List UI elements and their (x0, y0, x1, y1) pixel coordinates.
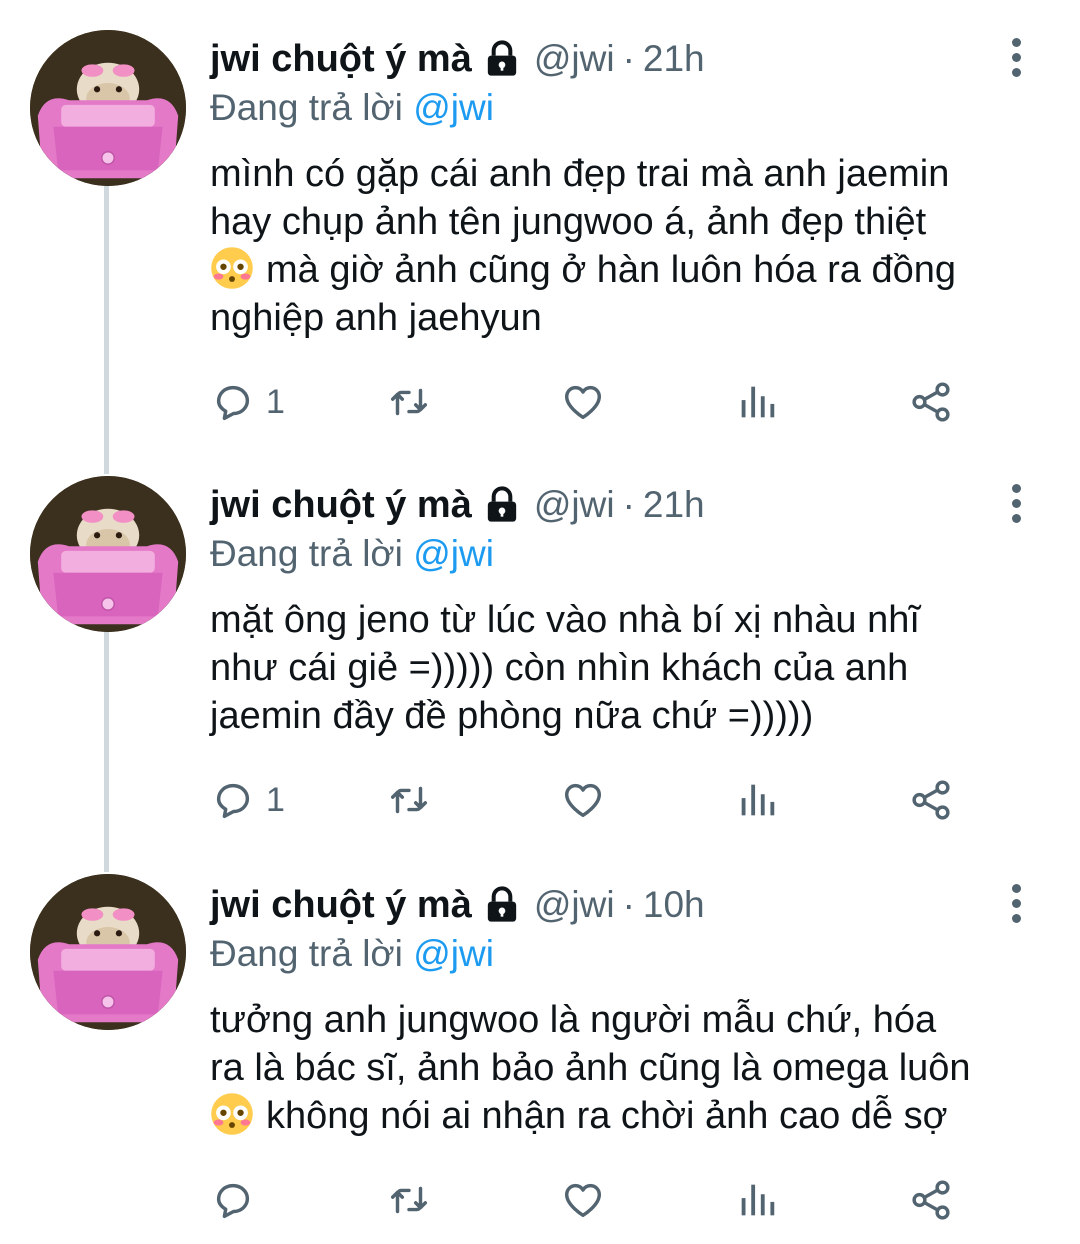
replying-to: Đang trả lời @jwi (210, 530, 494, 578)
tweet-text: tưởng anh jungwoo là người mẫu chứ, hóa … (210, 996, 1050, 1140)
separator-dot: · (622, 484, 635, 525)
avatar-image (30, 874, 186, 1030)
timestamp[interactable]: 21h (643, 480, 705, 530)
lock-icon (487, 40, 516, 76)
more-vertical-icon[interactable] (1000, 32, 1032, 82)
author-handle[interactable]: @jwi (534, 34, 615, 84)
heart-icon (564, 783, 602, 818)
replying-to-mention[interactable]: @jwi (413, 87, 494, 128)
share-icon (912, 382, 950, 422)
reply-button[interactable]: 1 (210, 374, 285, 430)
separator-dot: · (622, 884, 635, 925)
separator-dot: · (622, 38, 635, 79)
tweet-line-text: mà giờ ảnh cũng ở hàn luôn hóa ra đồng (266, 249, 956, 291)
tweet-line: mình có gặp cái anh đẹp trai mà anh jaem… (210, 153, 950, 195)
reply-button[interactable] (210, 1172, 266, 1228)
thread-line (104, 186, 109, 474)
tweet-actions (210, 1172, 970, 1228)
views-chart-icon (741, 1184, 775, 1216)
tweet-line: jaemin đầy đề phòng nữa chứ =))))) (210, 695, 814, 737)
avatar-image (30, 476, 186, 632)
replying-to-mention[interactable]: @jwi (413, 933, 494, 974)
share-icon (912, 780, 950, 820)
more-vertical-icon[interactable] (1000, 878, 1032, 928)
flushed-face-icon (211, 1093, 253, 1135)
author-handle[interactable]: @jwi (534, 480, 615, 530)
heart-icon (564, 1183, 602, 1218)
tweet-line: mà giờ ảnh cũng ở hàn luôn hóa ra đồng (210, 246, 1050, 294)
retweet-icon (390, 388, 428, 416)
author-name[interactable]: jwi chuột ý mà (210, 34, 472, 84)
replying-prefix: Đang trả lời (210, 533, 403, 574)
share-button[interactable] (908, 374, 954, 430)
views-chart-icon (741, 386, 775, 418)
replying-prefix: Đang trả lời (210, 933, 403, 974)
tweet-line: hay chụp ảnh tên jungwoo á, ảnh đẹp thiệ… (210, 201, 927, 243)
timestamp[interactable]: 10h (643, 880, 705, 930)
tweet-line: như cái giẻ =))))) còn nhìn khách của an… (210, 647, 909, 689)
avatar-image (30, 30, 186, 186)
replying-to: Đang trả lời @jwi (210, 930, 494, 978)
tweet-actions: 1 (210, 772, 970, 828)
tweet-line: không nói ai nhận ra chời ảnh cao dễ sợ (210, 1092, 1050, 1140)
tweet-line-text: không nói ai nhận ra chời ảnh cao dễ sợ (266, 1095, 948, 1137)
replying-prefix: Đang trả lời (210, 87, 403, 128)
tweet-text: mình có gặp cái anh đẹp trai mà anh jaem… (210, 150, 1050, 342)
replying-to-mention[interactable]: @jwi (413, 533, 494, 574)
avatar[interactable] (30, 874, 186, 1030)
like-button[interactable] (560, 1172, 606, 1228)
views-button[interactable] (734, 374, 780, 430)
like-button[interactable] (560, 772, 606, 828)
reply-count: 1 (266, 382, 285, 421)
avatar[interactable] (30, 30, 186, 186)
author-handle[interactable]: @jwi (534, 880, 615, 930)
flushed-face-icon (211, 247, 253, 289)
reply-icon (216, 385, 250, 421)
reply-icon (216, 783, 250, 819)
views-button[interactable] (734, 772, 780, 828)
like-button[interactable] (560, 374, 606, 430)
tweet-line: mặt ông jeno từ lúc vào nhà bí xị nhàu n… (210, 599, 920, 641)
thread-line (104, 632, 109, 872)
heart-icon (564, 385, 602, 420)
share-button[interactable] (908, 772, 954, 828)
replying-to: Đang trả lời @jwi (210, 84, 494, 132)
tweet-header: jwi chuột ý mà @jwi · 10h (210, 880, 705, 930)
tweet-line: ra là bác sĩ, ảnh bảo ảnh cũng là omega … (210, 1047, 971, 1089)
retweet-button[interactable] (386, 1172, 432, 1228)
tweet-header: jwi chuột ý mà @jwi · 21h (210, 34, 705, 84)
tweet-line: nghiệp anh jaehyun (210, 297, 542, 339)
tweet-text: mặt ông jeno từ lúc vào nhà bí xị nhàu n… (210, 596, 1050, 740)
author-name[interactable]: jwi chuột ý mà (210, 480, 472, 530)
reply-count: 1 (266, 780, 285, 819)
avatar[interactable] (30, 476, 186, 632)
share-icon (912, 1180, 950, 1220)
views-button[interactable] (734, 1172, 780, 1228)
more-vertical-icon[interactable] (1000, 478, 1032, 528)
retweet-button[interactable] (386, 374, 432, 430)
tweet-header: jwi chuột ý mà @jwi · 21h (210, 480, 705, 530)
tweet-line: tưởng anh jungwoo là người mẫu chứ, hóa (210, 999, 937, 1041)
views-chart-icon (741, 784, 775, 816)
reply-icon (216, 1183, 250, 1219)
retweet-icon (390, 1186, 428, 1214)
reply-button[interactable]: 1 (210, 772, 285, 828)
lock-icon (487, 486, 516, 522)
retweet-icon (390, 786, 428, 814)
author-name[interactable]: jwi chuột ý mà (210, 880, 472, 930)
lock-icon (487, 886, 516, 922)
timestamp[interactable]: 21h (643, 34, 705, 84)
retweet-button[interactable] (386, 772, 432, 828)
share-button[interactable] (908, 1172, 954, 1228)
tweet-actions: 1 (210, 374, 970, 430)
